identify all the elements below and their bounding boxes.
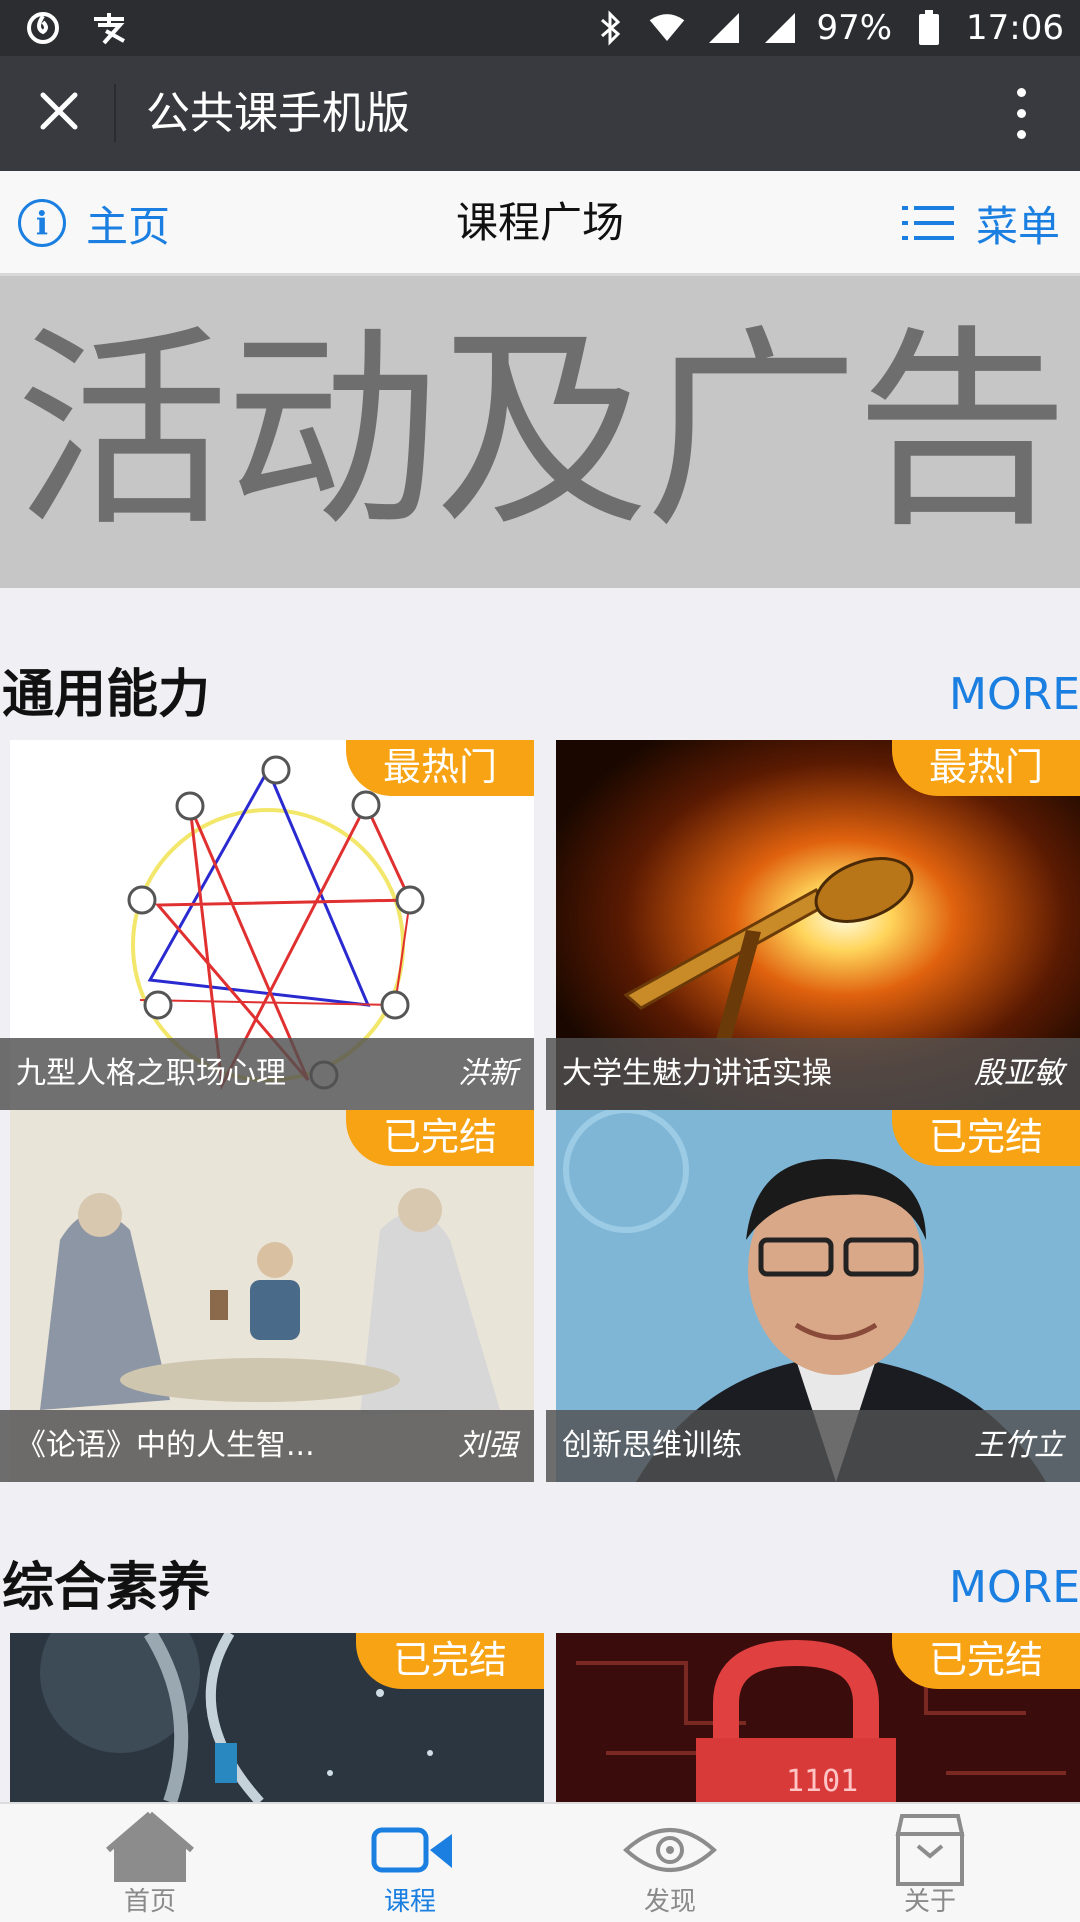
- more-vert-icon-dot: [1016, 108, 1026, 118]
- course-caption: 创新思维训练 王竹立: [546, 1410, 1080, 1482]
- video-camera-icon: [371, 1827, 452, 1873]
- course-author: 殷亚敏: [974, 1056, 1064, 1091]
- course-card[interactable]: 1101 已完结: [546, 1633, 1080, 1802]
- course-card[interactable]: 最热门 九型人格之职场心理 洪新: [0, 740, 534, 1110]
- status-badge: 已完结: [892, 1633, 1080, 1689]
- signal-icon: [760, 9, 798, 47]
- menu-button[interactable]: 菜单: [901, 193, 1060, 253]
- battery-percent: 97%: [816, 8, 893, 48]
- course-author: 刘强: [458, 1428, 518, 1463]
- course-card[interactable]: 已完结 创新思维训练 王竹立: [546, 1110, 1080, 1482]
- home-icon: [106, 1811, 194, 1882]
- nav-tab-courses[interactable]: 课程: [275, 1804, 545, 1922]
- section-title-comprehensive-literacy: 综合素养: [2, 1558, 211, 1618]
- status-badge: 已完结: [346, 1110, 534, 1166]
- course-title: 九型人格之职场心理: [16, 1056, 286, 1091]
- course-title: 创新思维训练: [562, 1428, 742, 1463]
- clock: 17:06: [966, 8, 1064, 48]
- wifi-icon: [648, 9, 686, 47]
- alipay-icon: [90, 9, 128, 47]
- bottom-navigation: 首页 课程 发现 关于: [0, 1802, 1080, 1922]
- app-title: 公共课手机版: [146, 88, 410, 139]
- course-title: 大学生魅力讲话实操: [562, 1056, 832, 1091]
- course-card[interactable]: 最热门 大学生魅力讲话实操 殷亚敏: [546, 740, 1080, 1110]
- more-vert-icon-dot: [1016, 129, 1026, 139]
- sub-header: 课程广场 i 主页 菜单: [0, 171, 1080, 276]
- course-caption: 《论语》中的人生智... 刘强: [0, 1410, 534, 1482]
- info-icon: i: [18, 199, 66, 247]
- close-icon: [40, 92, 78, 130]
- nav-tab-discover[interactable]: 发现: [535, 1804, 805, 1922]
- list-menu-icon: [901, 206, 954, 240]
- nav-label-home: 首页: [123, 1887, 176, 1917]
- menu-label: 菜单: [975, 201, 1060, 251]
- app-bar: 公共课手机版: [0, 56, 1080, 171]
- course-card[interactable]: 已完结: [0, 1633, 544, 1802]
- section-more-link[interactable]: MORE: [949, 1553, 1080, 1623]
- promo-banner[interactable]: 活动及广告: [0, 276, 1080, 588]
- nav-tab-about[interactable]: 关于: [795, 1804, 1065, 1922]
- status-badge: 最热门: [346, 740, 534, 796]
- status-badge: 已完结: [356, 1633, 544, 1689]
- home-link[interactable]: i 主页: [18, 193, 170, 253]
- status-system-icons: 97% 17:06: [592, 6, 1064, 50]
- bluetooth-icon: [592, 9, 630, 47]
- nav-label-courses: 课程: [383, 1887, 436, 1917]
- close-button[interactable]: [24, 76, 94, 146]
- battery-icon: [910, 9, 948, 47]
- course-author: 洪新: [458, 1056, 518, 1091]
- section-title-general-skills: 通用能力: [2, 665, 211, 725]
- signal-icon: [704, 9, 742, 47]
- status-notification-icons: [24, 8, 128, 48]
- more-vert-icon: [1016, 87, 1026, 97]
- netease-icon: [24, 9, 62, 47]
- nav-label-discover: 发现: [643, 1887, 696, 1917]
- box-icon: [895, 1814, 965, 1886]
- course-author: 王竹立: [974, 1428, 1064, 1463]
- home-link-label: 主页: [86, 201, 171, 251]
- course-title: 《论语》中的人生智...: [16, 1428, 315, 1463]
- banner-text: 活动及广告: [15, 307, 1069, 556]
- app-bar-divider: [114, 84, 116, 142]
- section-more-link[interactable]: MORE: [949, 660, 1080, 730]
- nav-label-about: 关于: [903, 1887, 956, 1917]
- course-caption: 九型人格之职场心理 洪新: [0, 1038, 534, 1110]
- svg-text:1101: 1101: [786, 1764, 858, 1799]
- status-badge: 已完结: [892, 1110, 1080, 1166]
- course-card[interactable]: 已完结 《论语》中的人生智... 刘强: [0, 1110, 534, 1482]
- nav-tab-home[interactable]: 首页: [15, 1804, 285, 1922]
- status-bar: 97% 17:06: [0, 0, 1080, 56]
- course-caption: 大学生魅力讲话实操 殷亚敏: [546, 1038, 1080, 1110]
- eye-icon: [623, 1828, 717, 1872]
- more-options-button[interactable]: [986, 76, 1056, 150]
- status-badge: 最热门: [892, 740, 1080, 796]
